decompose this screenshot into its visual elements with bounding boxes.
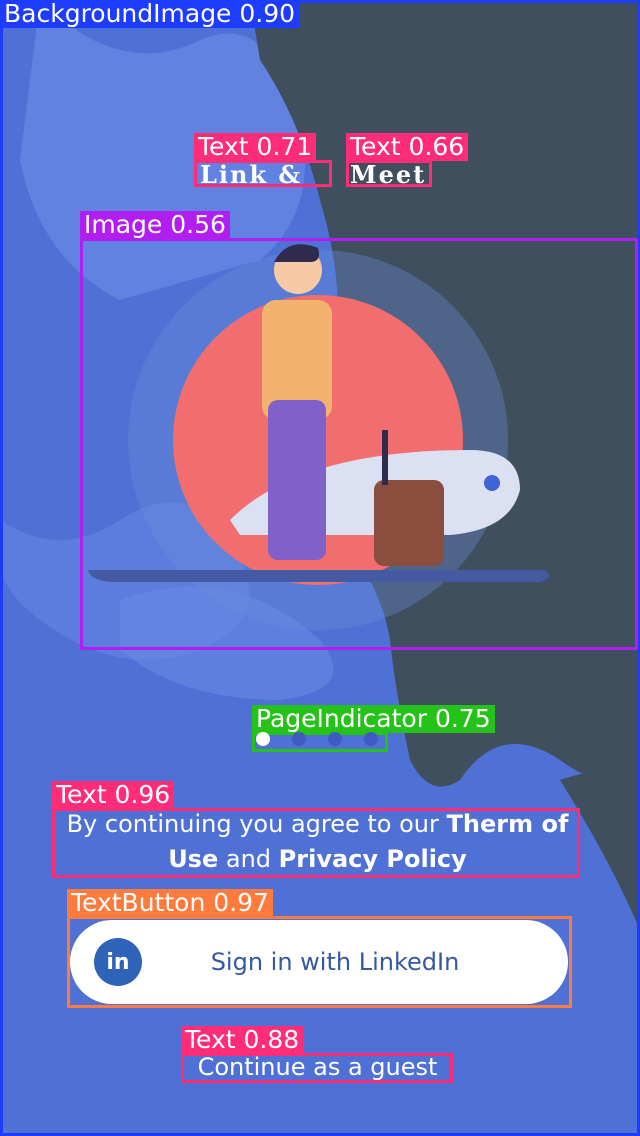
linkedin-icon: in bbox=[94, 938, 142, 986]
page-dot-1[interactable] bbox=[256, 732, 270, 746]
privacy-policy-link[interactable]: Privacy Policy bbox=[279, 845, 467, 873]
page-dot-2[interactable] bbox=[292, 732, 306, 746]
sign-in-linkedin-label: Sign in with LinkedIn bbox=[210, 948, 460, 976]
terms-middle: and bbox=[218, 845, 279, 873]
continue-as-guest-link[interactable]: Continue as a guest bbox=[185, 1053, 450, 1081]
sign-in-linkedin-button[interactable]: in Sign in with LinkedIn bbox=[70, 920, 568, 1004]
app-title-meet: Meet bbox=[350, 160, 427, 189]
page-dot-3[interactable] bbox=[328, 732, 342, 746]
terms-prefix: By continuing you agree to our bbox=[66, 810, 447, 838]
terms-text: By continuing you agree to our Therm of … bbox=[55, 807, 580, 877]
app-title-link: Link & bbox=[200, 160, 303, 189]
page-indicator[interactable] bbox=[256, 732, 378, 746]
page-dot-4[interactable] bbox=[364, 732, 378, 746]
